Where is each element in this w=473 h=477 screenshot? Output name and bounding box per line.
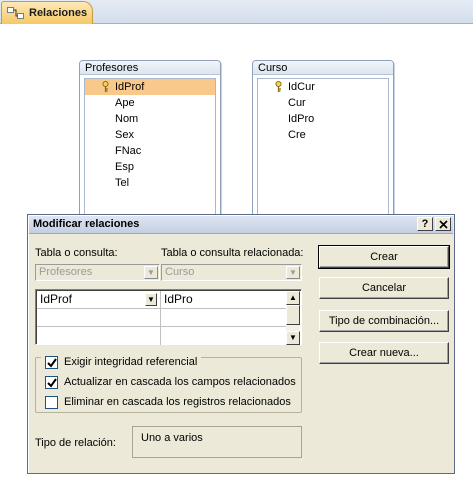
close-button[interactable] — [435, 217, 451, 231]
related-table-select[interactable]: Curso ▼ — [161, 264, 302, 281]
checkmark-icon — [47, 357, 57, 368]
checkbox-label: Actualizar en cascada los campos relacio… — [64, 376, 296, 388]
dialog-titlebar[interactable]: Modificar relaciones ? — [29, 216, 453, 234]
chevron-down-icon: ▼ — [144, 266, 158, 279]
table-label: Tabla o consulta: — [35, 247, 118, 259]
field-item[interactable]: IdPro — [258, 111, 388, 127]
chevron-down-icon: ▼ — [286, 266, 300, 279]
field-item[interactable]: Sex — [85, 127, 215, 143]
scroll-thumb[interactable] — [286, 305, 300, 325]
field-item[interactable]: IdCur — [258, 79, 388, 95]
chevron-down-icon[interactable]: ▼ — [145, 293, 157, 306]
relationships-icon — [7, 6, 24, 20]
help-button[interactable]: ? — [417, 217, 433, 231]
close-icon — [438, 220, 448, 229]
table-curso[interactable]: Curso IdCur Cur IdPro Cre — [252, 60, 394, 226]
field-item[interactable]: Tel — [85, 175, 215, 191]
right-field-cell[interactable]: IdPro — [161, 291, 287, 309]
referential-integrity-checkbox[interactable]: Exigir integridad referencial — [41, 355, 202, 369]
checkbox-box[interactable] — [45, 375, 58, 389]
grid-row[interactable] — [37, 309, 287, 327]
relation-type-label: Tipo de relación: — [35, 437, 116, 449]
checkbox-box[interactable] — [45, 355, 58, 369]
field-item[interactable]: Nom — [85, 111, 215, 127]
grid-row[interactable] — [37, 327, 287, 345]
table-profesores[interactable]: Profesores IdProf Ape Nom Sex FNac Esp T… — [79, 60, 221, 226]
dialog-title: Modificar relaciones — [33, 218, 140, 230]
tab-label: Relaciones — [29, 7, 88, 19]
related-table-label: Tabla o consulta relacionada: — [161, 247, 304, 259]
join-fields-grid[interactable]: IdProf ▼ IdPro ▲ ▼ — [35, 289, 302, 345]
left-field-cell[interactable]: IdProf — [37, 291, 161, 309]
join-type-button[interactable]: Tipo de combinación... — [319, 310, 449, 332]
scroll-down-icon[interactable]: ▼ — [286, 331, 300, 345]
vertical-scrollbar[interactable]: ▲ ▼ — [286, 291, 300, 345]
create-button[interactable]: Crear — [318, 245, 450, 269]
scroll-up-icon[interactable]: ▲ — [286, 291, 300, 305]
field-list[interactable]: IdCur Cur IdPro Cre — [257, 78, 389, 222]
cancel-button[interactable]: Cancelar — [319, 277, 449, 299]
edit-relationships-dialog: Modificar relaciones ? Tabla o consulta:… — [27, 214, 455, 474]
table-select[interactable]: Profesores ▼ — [35, 264, 160, 281]
field-list[interactable]: IdProf Ape Nom Sex FNac Esp Tel — [84, 78, 216, 222]
field-item[interactable]: Esp — [85, 159, 215, 175]
field-item[interactable]: FNac — [85, 143, 215, 159]
object-tab-strip: Relaciones — [0, 0, 473, 24]
create-new-button[interactable]: Crear nueva... — [319, 342, 449, 364]
field-item[interactable]: IdProf — [85, 79, 215, 95]
grid-row[interactable]: IdProf ▼ IdPro — [37, 291, 287, 309]
primary-key-icon — [274, 81, 283, 93]
primary-key-icon — [101, 81, 110, 93]
field-item[interactable]: Ape — [85, 95, 215, 111]
checkmark-icon — [47, 377, 57, 388]
checkbox-box[interactable] — [45, 395, 58, 409]
column-divider — [160, 291, 161, 345]
table-title[interactable]: Curso — [253, 61, 393, 75]
relation-type-value: Uno a varios — [132, 426, 302, 458]
tab-relaciones[interactable]: Relaciones — [1, 1, 93, 24]
table-title[interactable]: Profesores — [80, 61, 220, 75]
field-item[interactable]: Cur — [258, 95, 388, 111]
checkbox-label: Exigir integridad referencial — [64, 356, 198, 368]
checkbox-label: Eliminar en cascada los registros relaci… — [64, 396, 291, 408]
cascade-delete-checkbox[interactable]: Eliminar en cascada los registros relaci… — [45, 395, 291, 409]
cascade-update-checkbox[interactable]: Actualizar en cascada los campos relacio… — [45, 375, 296, 389]
field-item[interactable]: Cre — [258, 127, 388, 143]
